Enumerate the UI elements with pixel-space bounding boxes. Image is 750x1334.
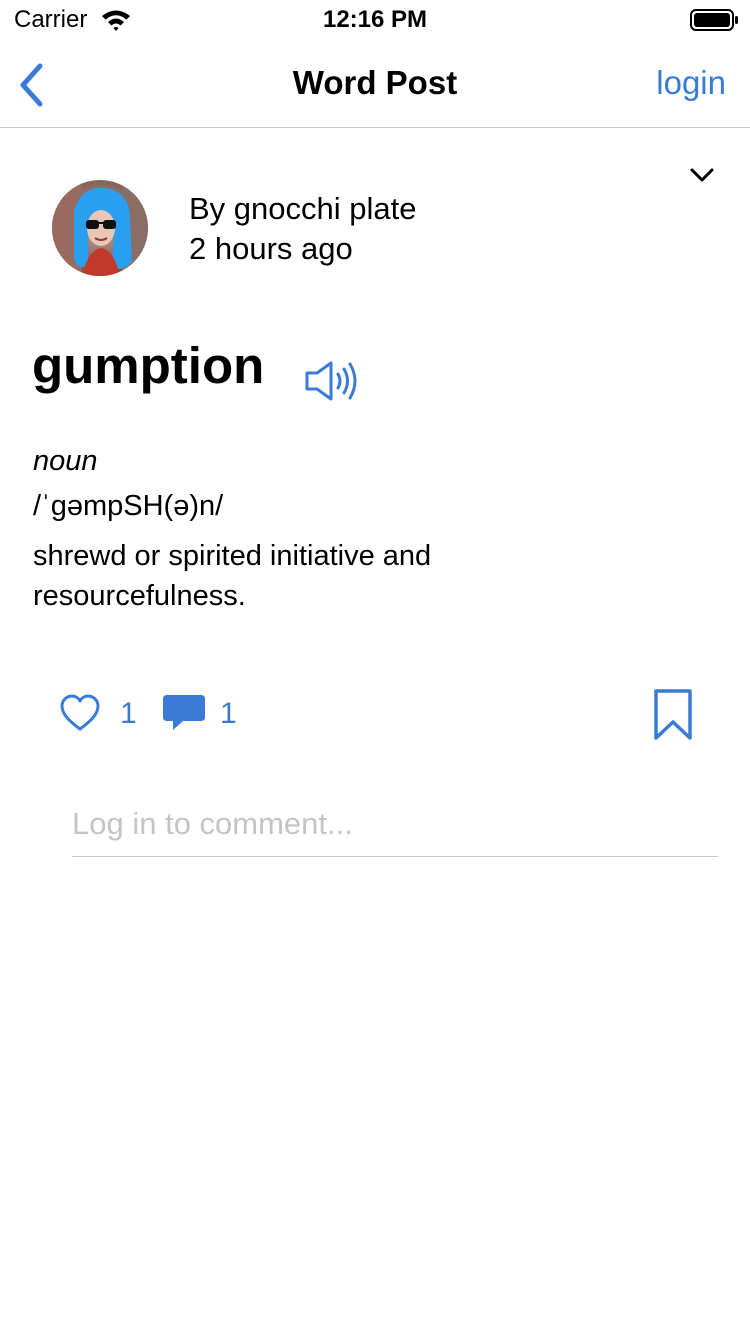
nav-divider [0,127,750,128]
like-count: 1 [120,697,137,730]
comment-count: 1 [220,697,237,730]
battery-icon [690,9,738,31]
heart-icon[interactable] [59,693,101,733]
avatar[interactable] [52,180,148,276]
page-title: Word Post [292,64,458,101]
status-time: 12:16 PM [322,6,428,33]
word-title: gumption [32,337,265,394]
comment-input[interactable] [72,792,718,857]
bookmark-icon[interactable] [653,688,693,742]
pronunciation: /ˈɡəmpSH(ə)n/ [33,490,224,522]
part-of-speech: noun [33,445,98,477]
login-button[interactable]: login [656,64,726,102]
post-timestamp: 2 hours ago [189,231,353,266]
speaker-icon[interactable] [304,358,362,404]
author-name[interactable]: By gnocchi plate [189,191,416,227]
comment-bubble-icon[interactable] [161,692,207,734]
definition: shrewd or spirited initiative and resour… [33,540,432,612]
chevron-down-icon[interactable] [688,164,716,186]
